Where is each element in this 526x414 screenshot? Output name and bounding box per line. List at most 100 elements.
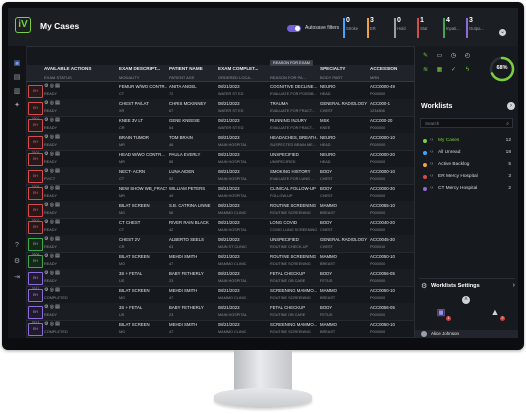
exam-status: READY xyxy=(44,160,58,164)
worklist-search-input[interactable]: Search ⌕ xyxy=(420,118,513,128)
stat-counter[interactable]: 3 Outpa... xyxy=(466,17,493,41)
row-actions[interactable]: ⚙ ◎ ▤ xyxy=(44,152,60,157)
worklist-item[interactable]: ‹› ER Mercy Hospital 3 xyxy=(419,172,515,182)
check-icon[interactable]: ✓ xyxy=(450,67,457,74)
cell-primary: UNSPECIFIED xyxy=(270,237,299,242)
column-subheader[interactable]: PATIENT AGE xyxy=(169,75,216,80)
lightbulb-icon[interactable]: ✦ xyxy=(13,102,21,109)
logout-icon[interactable]: ⇥ xyxy=(13,274,21,281)
stat-value: 3 xyxy=(469,17,473,24)
table-row[interactable]: EH 3306⚙ ◎ ▤ READY NEW SHOW WB_FRACT... MR W… xyxy=(26,184,414,206)
cell-primary: 08/21/2023 xyxy=(218,271,240,276)
grid-icon[interactable]: ▦ xyxy=(436,67,443,74)
cell-secondary: MAIN HOSPITAL xyxy=(218,194,248,198)
table-row[interactable]: EH 3300⚙ ◎ ▤ READY FEMUR W/WO CONTR... CT AN… xyxy=(26,82,414,104)
priority-tag: EH 3304 xyxy=(28,153,43,172)
table-row[interactable]: EH 3307⚙ ◎ ▤ READY BILAT SCREEN MG S.B. CATR… xyxy=(26,201,414,223)
monitor-icon[interactable]: ▤ xyxy=(13,74,21,81)
cell-secondary: HEAD xyxy=(320,160,331,164)
cell-secondary: 49 xyxy=(169,194,174,198)
arrow-right-icon[interactable]: › xyxy=(507,102,515,110)
cell-primary: MAMMO xyxy=(320,322,337,327)
cell-secondary: 56 xyxy=(169,211,174,215)
table-row[interactable]: EH 3303⚙ ◎ ▤ READY BRAIN TUMOR MR TOM BRAIN 4… xyxy=(26,133,414,155)
table-row[interactable]: EH 3308⚙ ◎ ▤ READY CT CHEST CT RIVER RAIN BL… xyxy=(26,218,414,240)
worklist-name: ER Mercy Hospital xyxy=(438,174,478,179)
cell-primary: RUNNING INJURY xyxy=(270,118,307,123)
bolt-icon[interactable]: ϟ xyxy=(464,67,471,74)
row-actions[interactable]: ⚙ ◎ ▤ xyxy=(44,254,60,259)
worklists-settings-button[interactable]: ⚙ Worklists Settings › xyxy=(419,278,515,293)
help-icon[interactable]: ? xyxy=(13,242,21,249)
chevron-down-icon[interactable]: ⌄ xyxy=(499,29,506,36)
gear-icon[interactable]: ⚙ xyxy=(13,258,21,265)
cell-primary: COGNITIVE DECLINE... xyxy=(270,84,318,89)
column-subheader[interactable]: REASON FOR PA... xyxy=(270,75,318,80)
row-actions[interactable]: ⚙ ◎ ▤ xyxy=(44,203,60,208)
table-row[interactable]: EH 3314⚙ ◎ ▤ COMPLETED BILAT SCREEN MG MEHDI… xyxy=(26,320,414,338)
top-bar: iV My Cases Autosave filters 0 Stroke 3 ER 0… xyxy=(8,8,518,47)
screen-icon[interactable]: ▭ xyxy=(436,53,443,60)
column-subheader[interactable]: MRN xyxy=(370,75,414,80)
row-actions[interactable]: ⚙ ◎ ▤ xyxy=(44,169,60,174)
layers-icon[interactable]: ≋ xyxy=(422,67,429,74)
table-row[interactable]: EH 3312⚙ ◎ ▤ COMPLETED BILAT SCREEN MG MEHDI… xyxy=(26,286,414,308)
row-actions[interactable]: ⚙ ◎ ▤ xyxy=(44,237,60,242)
table-row[interactable]: EH 3301⚙ ◎ ▤ READY CHEST PA/LAT XR CHRIS MCK… xyxy=(26,99,414,121)
clock-icon[interactable]: ◷ xyxy=(450,53,457,60)
folder-icon[interactable]: ▥ xyxy=(13,88,21,95)
cell-secondary: US xyxy=(119,313,125,317)
row-actions[interactable]: ⚙ ◎ ▤ xyxy=(44,84,60,89)
edit-icon[interactable]: ✎ xyxy=(422,53,429,60)
autosave-toggle[interactable] xyxy=(287,25,301,32)
worklist-item[interactable]: ‹› Active Backlog 5 xyxy=(419,160,515,170)
stat-counter[interactable]: 1 Stat xyxy=(417,17,444,41)
worklist-count: 18 xyxy=(505,150,511,155)
row-actions[interactable]: ⚙ ◎ ▤ xyxy=(44,288,60,293)
stat-counter[interactable]: 3 ER xyxy=(367,17,394,41)
column-subheader[interactable]: EXAM STATUS xyxy=(44,75,116,80)
priority-tag: EH 3300 xyxy=(28,85,43,104)
column-header[interactable]: ACCESSION xyxy=(370,66,414,71)
worklist-item[interactable]: ‹› All Unread 18 xyxy=(419,148,515,158)
cell-secondary: P000000 xyxy=(370,279,386,283)
row-actions[interactable]: ⚙ ◎ ▤ xyxy=(44,135,60,140)
row-actions[interactable]: ⚙ ◎ ▤ xyxy=(44,186,60,191)
table-row[interactable]: EH 3313⚙ ◎ ▤ READY 3S + FETAL US BABY FETHER… xyxy=(26,303,414,325)
priority-tag: EH 3309 xyxy=(28,238,43,257)
table-row[interactable]: EH 3310⚙ ◎ ▤ READY BILAT SCREEN MG MEHDI SMI… xyxy=(26,252,414,274)
column-subheader[interactable]: ORDERED LOCA... xyxy=(218,75,268,80)
row-actions[interactable]: ⚙ ◎ ▤ xyxy=(44,118,60,123)
timer-icon[interactable]: ◴ xyxy=(464,53,471,60)
column-header[interactable]: EXAM DESCRIPT... xyxy=(119,66,167,71)
cell-primary: ACC0000-10 xyxy=(370,135,395,140)
exam-status: COMPLETED xyxy=(44,330,68,334)
monitor-stand-base xyxy=(214,388,312,408)
table-row[interactable]: EH 3305⚙ ◎ ▤ PV/CT NECT- ACRN CT LUNA AIDEN 5… xyxy=(26,167,414,189)
table-row[interactable]: EH 3311⚙ ◎ ▤ READY 3S + FETAL US BABY FETHER… xyxy=(26,269,414,291)
worklist-icon[interactable]: ▣ xyxy=(13,60,21,67)
column-header[interactable]: AVAILABLE ACTIONS xyxy=(44,66,116,71)
cell-secondary: 85 xyxy=(169,160,174,164)
column-header[interactable]: EXAM COMPLET... xyxy=(218,66,268,71)
column-subheader[interactable]: BODY PART xyxy=(320,75,368,80)
worklist-item[interactable]: ‹› CT Mercy Hospital 2 xyxy=(419,184,515,194)
table-row[interactable]: EH 3302⚙ ◎ ▤ READY KNEE 3V LT CR GENE KNEESE… xyxy=(26,116,414,138)
row-actions[interactable]: ⚙ ◎ ▤ xyxy=(44,101,60,106)
column-subheader[interactable]: MODALITY xyxy=(119,75,167,80)
row-actions[interactable]: ⚙ ◎ ▤ xyxy=(44,305,60,310)
column-header[interactable]: PATIENT NAME xyxy=(169,66,216,71)
column-header[interactable]: SPECIALTY xyxy=(320,66,368,71)
table-row[interactable]: EH 3304⚙ ◎ ▤ READY HEAD W/WO CONTR... MR PAU… xyxy=(26,150,414,172)
worklist-item[interactable]: ‹› My Cases 12 xyxy=(419,136,515,146)
row-actions[interactable]: ⚙ ◎ ▤ xyxy=(44,271,60,276)
user-bar[interactable]: Alice Johnson xyxy=(415,330,518,338)
exam-status: READY xyxy=(44,211,58,215)
chevron-up-icon[interactable]: ˄ xyxy=(462,296,470,304)
row-actions[interactable]: ⚙ ◎ ▤ xyxy=(44,322,60,327)
cell-secondary: MR xyxy=(119,143,125,147)
cell-secondary: EVALUATE FOR POSSIB... xyxy=(270,92,317,96)
cell-primary: BODY xyxy=(320,220,333,225)
table-row[interactable]: EH 3309⚙ ◎ ▤ READY CHEST 2V CR ALBERTO SEELS… xyxy=(26,235,414,257)
row-actions[interactable]: ⚙ ◎ ▤ xyxy=(44,220,60,225)
